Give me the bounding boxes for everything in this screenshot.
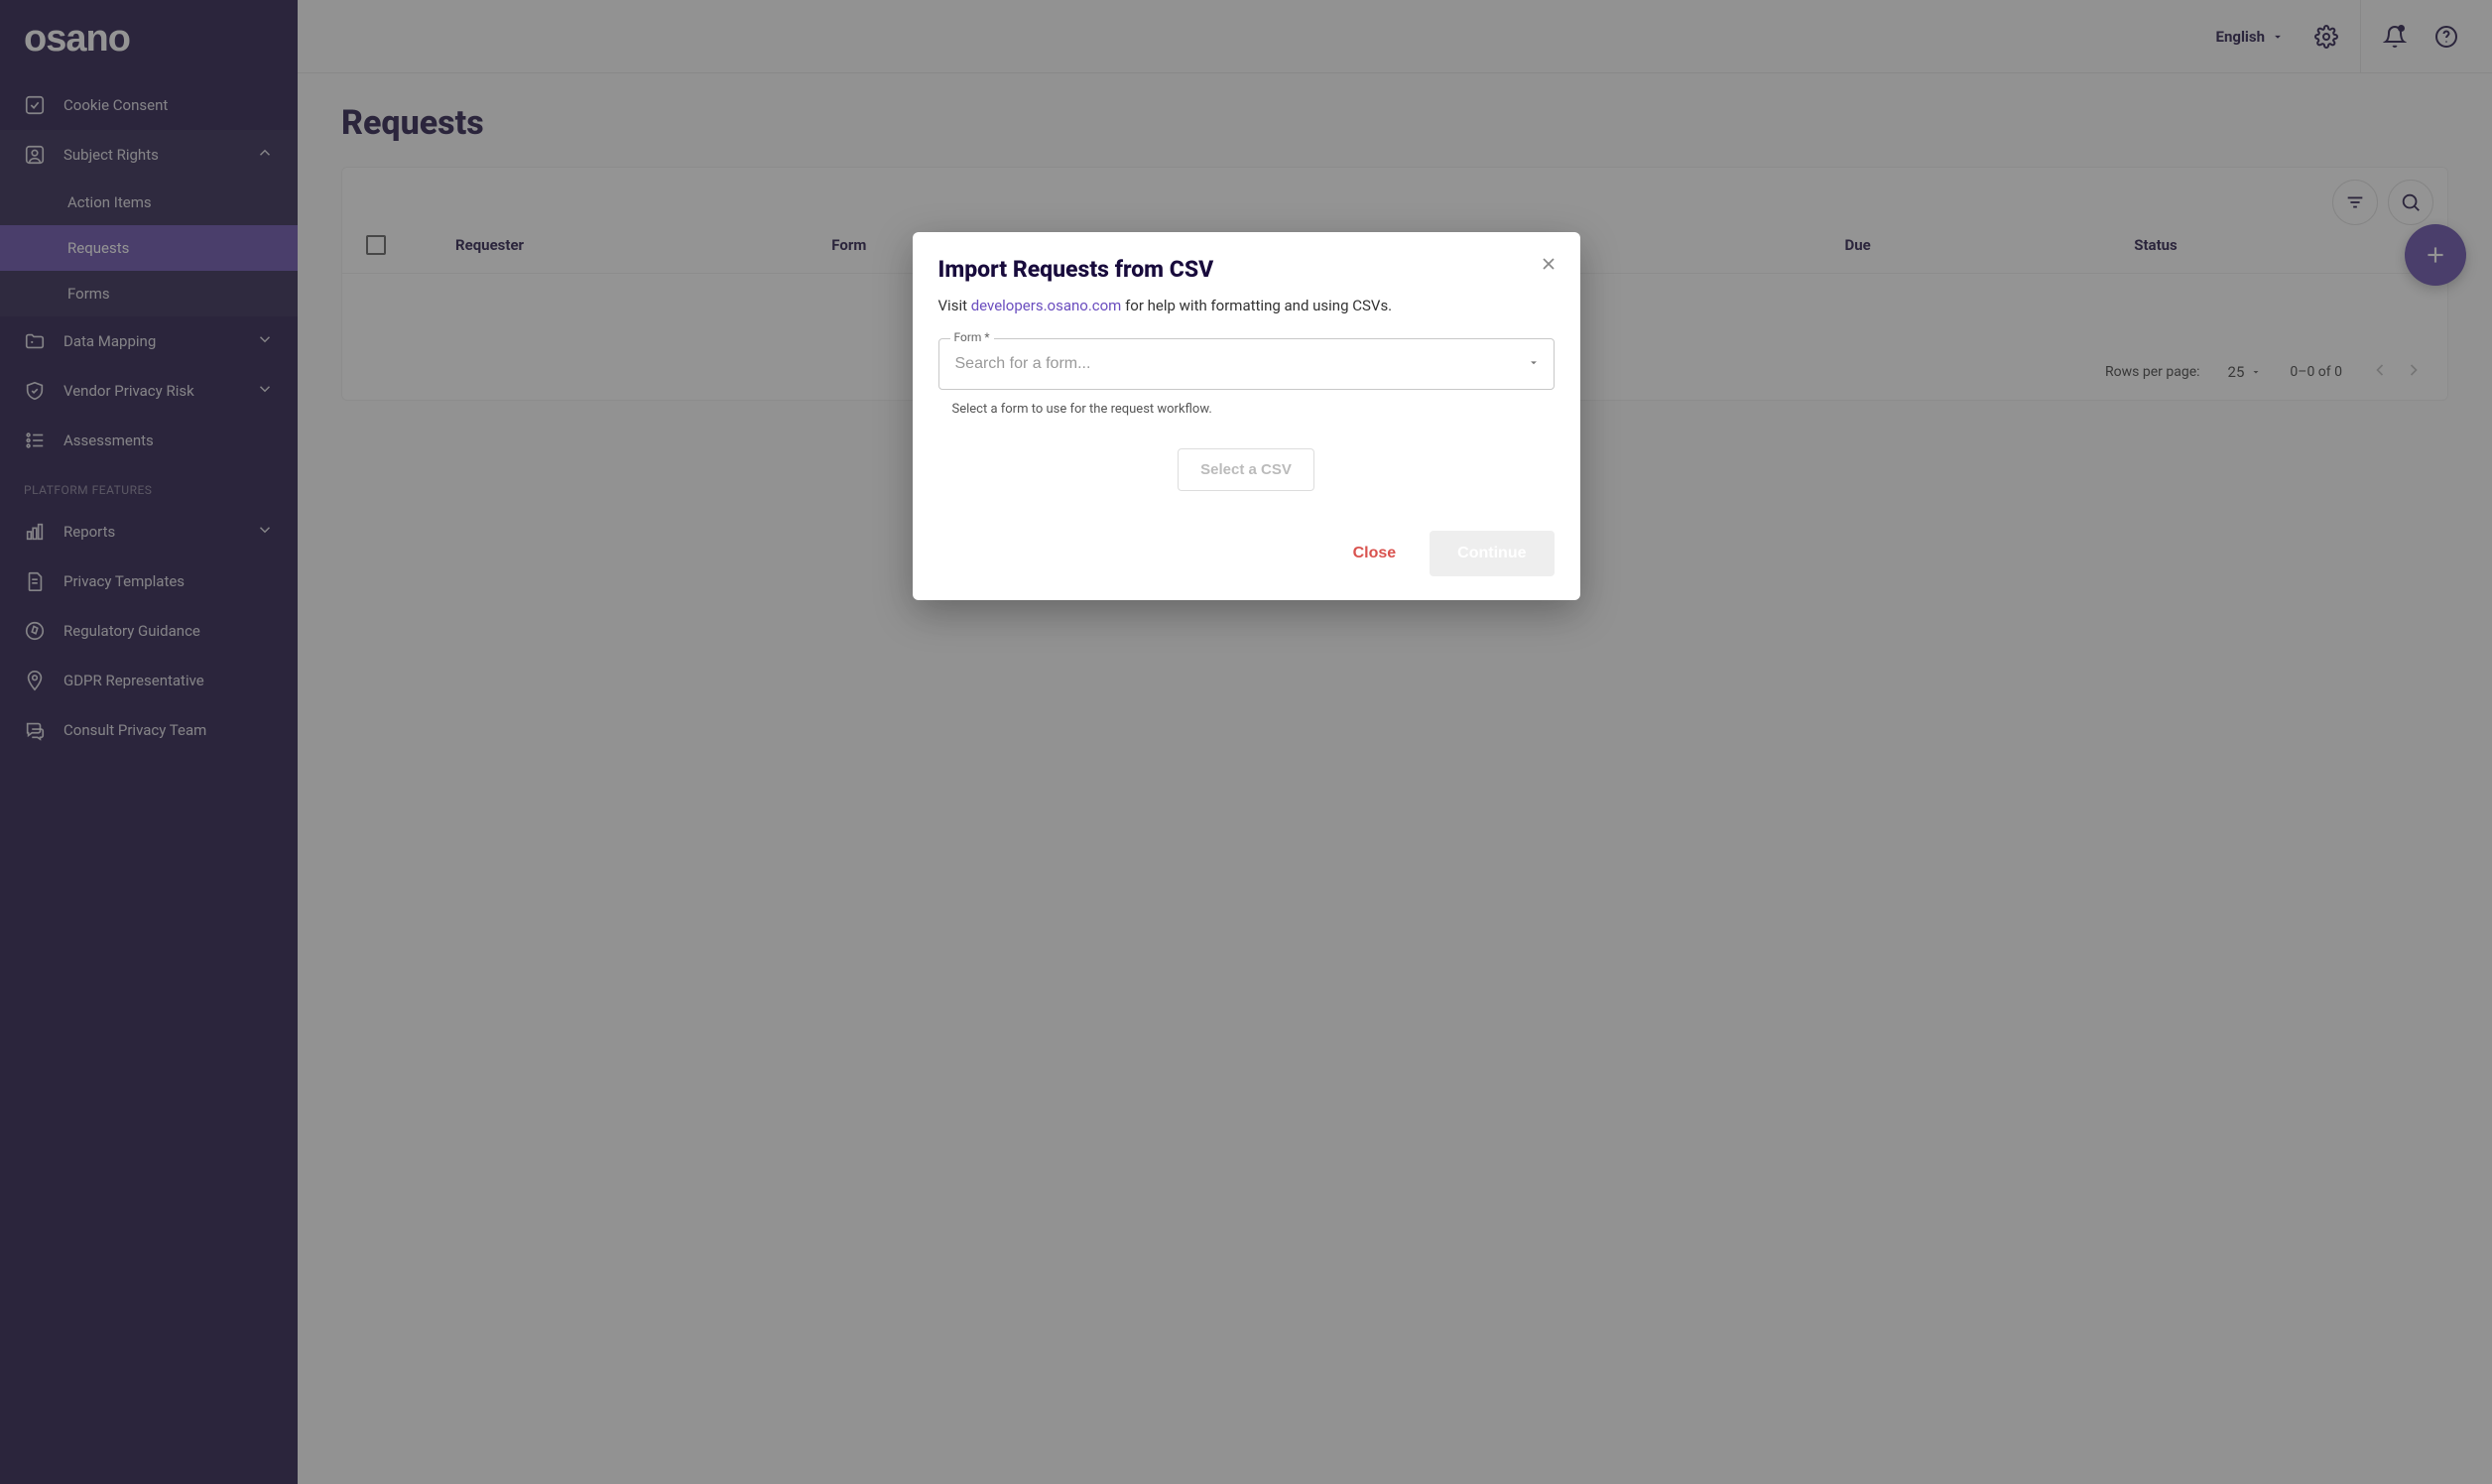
help-prefix: Visit — [938, 297, 971, 314]
form-field: Form * — [938, 338, 1555, 390]
close-button[interactable]: Close — [1331, 531, 1419, 576]
modal-help-text: Visit developers.osano.com for help with… — [938, 297, 1555, 314]
help-suffix: for help with formatting and using CSVs. — [1121, 297, 1392, 314]
continue-button[interactable]: Continue — [1430, 531, 1554, 576]
form-field-hint: Select a form to use for the request wor… — [938, 396, 1555, 417]
modal-overlay[interactable]: Import Requests from CSV Visit developer… — [0, 0, 2492, 1484]
import-csv-modal: Import Requests from CSV Visit developer… — [913, 232, 1580, 600]
form-field-label: Form * — [950, 330, 994, 344]
modal-title: Import Requests from CSV — [938, 256, 1555, 283]
form-search-input[interactable] — [938, 338, 1555, 390]
select-csv-button[interactable]: Select a CSV — [1178, 448, 1314, 491]
close-icon — [1539, 254, 1558, 274]
help-link[interactable]: developers.osano.com — [971, 297, 1122, 314]
modal-actions: Close Continue — [938, 531, 1555, 576]
select-csv-row: Select a CSV — [938, 417, 1555, 531]
modal-close-button[interactable] — [1539, 254, 1558, 278]
